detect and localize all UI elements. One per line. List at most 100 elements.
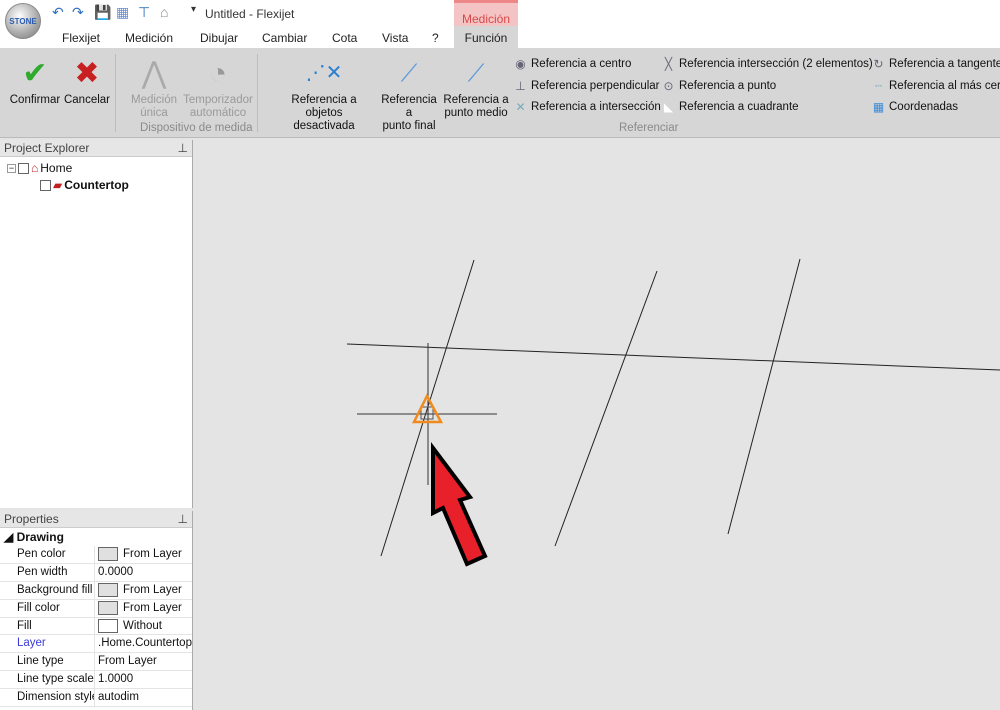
property-name: Line type [0,653,95,671]
check-icon: ✔ [22,56,48,90]
separator [115,54,116,132]
property-row[interactable]: Pen width 0.0000 [0,563,192,582]
property-value[interactable]: From Layer [95,546,192,563]
endpoint-label-2: punto final [382,120,436,132]
gamepad-icon[interactable]: ⌂ [160,4,168,20]
calculator-icon[interactable]: ▦ [116,4,129,21]
property-row[interactable]: Line type scale f 1.0000 [0,671,192,690]
endpoint-snap-button[interactable]: ⟋ Referencia a punto final [377,52,441,133]
snap-perpendicular-button[interactable]: ⊥ Referencia perpendicular [514,79,659,93]
midpoint-snap-button[interactable]: ⟋ Referencia a punto medio [443,52,509,120]
line [727,258,801,535]
x-icon: ✖ [74,56,100,90]
property-value-text: 0.0000 [98,565,134,578]
cancel-label: Cancelar [63,94,111,106]
panel-title: Project Explorer [4,141,90,155]
property-name: Pen color [0,546,95,563]
tab-funcion[interactable]: Función [454,26,518,48]
snap-quadrant-button[interactable]: ◣ Referencia a cuadrante [662,100,799,114]
tripod-icon: ⋀ [141,56,167,90]
property-value[interactable]: 1.0000 [95,671,192,688]
tab-vista[interactable]: Vista [382,31,408,45]
tree-item-label: Countertop [64,178,129,192]
checkbox[interactable] [18,162,29,174]
confirm-button[interactable]: ✔ Confirmar [8,52,62,107]
tab-cota[interactable]: Cota [332,31,357,45]
drawing-lines [346,258,1000,557]
snap-nearest-button[interactable]: ┄ Referencia al más cerca [872,79,1000,93]
snap-center-label: Referencia a centro [531,58,632,70]
midpoint-label-1: Referencia a [443,94,509,106]
property-row[interactable]: Layer .Home.Countertop [0,635,192,654]
pin-icon[interactable]: ⊥ [178,512,188,526]
undo-icon[interactable]: ↶ [52,4,64,21]
property-row[interactable]: Fill color From Layer [0,599,192,618]
section-drawing[interactable]: ◢ Drawing [0,528,192,546]
color-swatch[interactable] [98,583,118,598]
auto-timer-button[interactable]: ◔ Temporizador automático [182,52,254,120]
tree-item-home[interactable]: − ⌂ Home [7,161,72,175]
snap-point-button[interactable]: ⊙ Referencia a punto [662,79,776,93]
cancel-button[interactable]: ✖ Cancelar [63,52,111,107]
tangent-icon: ↻ [873,57,884,71]
timer-icon: ◔ [208,56,228,90]
group-label-referenciar: Referenciar [619,122,679,134]
property-value[interactable]: autodim [95,689,192,706]
redo-icon[interactable]: ↷ [72,4,84,21]
property-value-text: autodim [98,691,139,704]
snap-intersection-button[interactable]: ✕ Referencia a intersección [514,100,660,114]
tab-medicion[interactable]: Medición [125,31,173,45]
property-row[interactable]: Background fill From Layer [0,581,192,600]
snap-center-button[interactable]: ◉ Referencia a centro [514,57,631,71]
tab-dibujar[interactable]: Dibujar [200,31,238,45]
property-value[interactable]: 0.0000 [95,564,192,581]
single-measure-button[interactable]: ⋀ Medición única [127,52,181,120]
snap-off-button[interactable]: ⋰✕ Referencia a objetos desactivada [272,52,376,133]
property-name: Line type scale f [0,671,95,689]
property-value-text: From Layer [123,601,182,614]
property-value-text: .Home.Countertop [98,637,192,650]
collapse-icon[interactable]: − [7,163,16,173]
color-swatch[interactable] [98,619,118,633]
property-value[interactable]: From Layer [95,653,192,670]
property-row[interactable]: Pen color From Layer [0,546,192,564]
property-row[interactable]: Dimension style autodim [0,689,192,708]
tab-help[interactable]: ? [432,31,439,45]
property-name: Fill [0,617,95,635]
snap-intersection-2-button[interactable]: ╳ Referencia intersección (2 elementos) [662,57,873,71]
coordinates-button[interactable]: ▦ Coordenadas [872,100,958,114]
checkbox[interactable] [40,179,51,191]
color-swatch[interactable] [98,601,118,616]
property-value[interactable]: From Layer [95,600,192,617]
property-name: Fill color [0,599,95,617]
customize-quick-access-icon[interactable]: ▾ [191,4,196,15]
midpoint-icon: ⟋ [467,59,485,87]
property-value-text: From Layer [123,547,182,560]
tab-flexijet[interactable]: Flexijet [62,31,100,45]
timer-label-2: automático [189,107,247,119]
app-menu-button[interactable]: STONE [5,3,41,39]
single-measure-label: Medición única [130,94,178,119]
color-swatch[interactable] [98,547,118,562]
separator [257,54,258,132]
red-arrow-annotation [431,442,488,567]
snap-tangent-button[interactable]: ↻ Referencia a tangente [872,57,1000,71]
properties-panel: Properties ⊥ ◢ Drawing Pen color From Laye… [0,511,193,710]
intersection-2-icon: ╳ [664,57,673,71]
property-row[interactable]: Line type From Layer [0,653,192,672]
property-value[interactable]: From Layer [95,582,192,599]
title-bar: STONE ↶ ↷ 💾 ▦ ⊤ ⌂ ▾ Untitled - Flexijet … [0,0,1000,39]
device-icon[interactable]: ⊤ [138,4,150,21]
panel-header: Project Explorer ⊥ [0,140,192,157]
property-value[interactable]: .Home.Countertop [95,635,192,652]
property-value[interactable]: Without [95,618,192,635]
save-icon[interactable]: 💾 [94,4,111,21]
window-title: Untitled - Flexijet [205,7,295,21]
line [346,343,1000,371]
pin-icon[interactable]: ⊥ [178,141,188,155]
context-tab-group: Medición [454,0,518,26]
tree-item-countertop[interactable]: ▰ Countertop [40,178,129,192]
property-row[interactable]: Fill Without [0,617,192,636]
project-explorer-panel: Project Explorer ⊥ − ⌂ Home ▰ Countertop [0,140,193,508]
tab-cambiar[interactable]: Cambiar [262,31,307,45]
